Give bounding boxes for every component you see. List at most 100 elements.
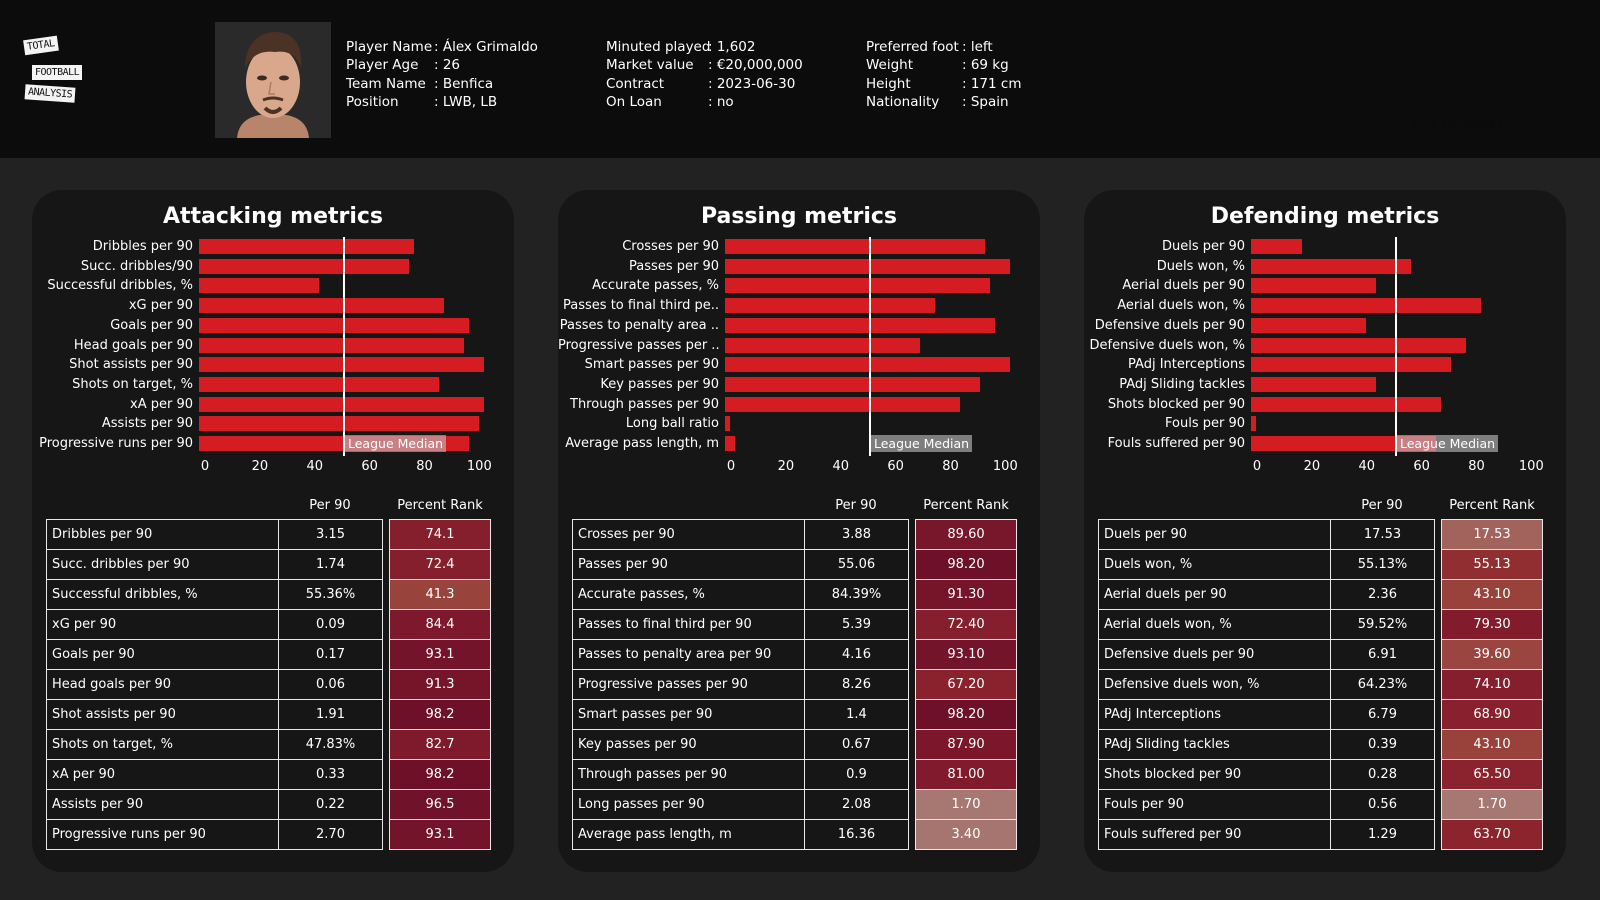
bar-label: xA per 90 xyxy=(130,396,193,412)
info-row: Minuted played: 1,602 xyxy=(606,38,803,56)
bar-label: Average pass length, m xyxy=(565,436,719,451)
bar xyxy=(1251,258,1411,274)
metric-per90: 1.74 xyxy=(278,549,383,580)
info-value: : Spain xyxy=(962,93,1009,110)
metric-name: Aerial duels won, % xyxy=(1098,609,1331,640)
table-row: Shots blocked per 90 0.28 xyxy=(1098,759,1435,790)
info-row: On Loan: no xyxy=(606,93,803,111)
metric-name: PAdj Sliding tackles xyxy=(1098,729,1331,760)
bar-label: Crosses per 90 xyxy=(622,239,719,254)
info-row: Player Age: 26 xyxy=(346,56,538,74)
percent-rank-cell: 91.3 xyxy=(389,669,491,700)
info-row: Player Name: Álex Grimaldo xyxy=(346,38,538,56)
bar xyxy=(199,357,484,373)
per90-header: Per 90 xyxy=(309,498,351,513)
metric-per90: 0.17 xyxy=(278,639,383,670)
table-row: Head goals per 90 0.06 xyxy=(46,669,383,700)
rank-row: 96.5 xyxy=(389,789,491,820)
table-row: Aerial duels per 90 2.36 xyxy=(1098,579,1435,610)
info-value: : no xyxy=(708,93,734,110)
table-row: Average pass length, m 16.36 xyxy=(572,819,909,850)
table-row: Fouls per 90 0.56 xyxy=(1098,789,1435,820)
percent-rank-cell: 72.40 xyxy=(915,609,1017,640)
percent-rank-cell: 98.2 xyxy=(389,699,491,730)
metric-per90: 17.53 xyxy=(1330,519,1435,550)
rank-row: 79.30 xyxy=(1441,609,1543,640)
bar-label: Long ball ratio xyxy=(625,416,719,432)
info-key: Preferred foot xyxy=(866,39,959,55)
percent-rank-cell: 74.1 xyxy=(389,519,491,550)
percent-rank-cell: 87.90 xyxy=(915,729,1017,760)
metric-per90: 0.56 xyxy=(1330,789,1435,820)
metric-per90: 1.29 xyxy=(1330,819,1435,850)
metric-per90: 6.79 xyxy=(1330,699,1435,730)
metric-name: Progressive runs per 90 xyxy=(46,819,279,850)
metric-name: Defensive duels per 90 xyxy=(1098,639,1331,670)
bar-label: Fouls per 90 xyxy=(1165,416,1245,432)
percent-rank-cell: 93.1 xyxy=(389,819,491,850)
metric-per90: 1.4 xyxy=(804,699,909,730)
info-value: : 69 kg xyxy=(962,57,1009,74)
info-value: : 171 cm xyxy=(962,75,1022,92)
league-median-line xyxy=(869,237,871,456)
info-value: : €20,000,000 xyxy=(708,57,803,74)
percent-rank-header: Percent Rank xyxy=(1449,498,1535,513)
percent-rank-cell: 93.1 xyxy=(389,639,491,670)
metric-name: Duels per 90 xyxy=(1098,519,1331,550)
rank-row: 1.70 xyxy=(915,789,1017,820)
info-key: Minuted played xyxy=(606,39,711,55)
metric-per90: 5.39 xyxy=(804,609,909,640)
league-median-label: League Median xyxy=(1397,435,1499,452)
player-info-col-1: Player Name: Álex Grimaldo Player Age: 26… xyxy=(346,38,538,111)
info-key: Player Name xyxy=(346,39,433,55)
bar-chart: Duels per 90 Duels won, % Aerial duels per… xyxy=(1084,190,1566,490)
info-row: Team Name: Benfica xyxy=(346,75,538,93)
rank-row: 41.3 xyxy=(389,579,491,610)
percent-rank-cell: 82.7 xyxy=(389,729,491,760)
metric-name: Defensive duels won, % xyxy=(1098,669,1331,700)
rank-row: 67.20 xyxy=(915,669,1017,700)
bar xyxy=(725,436,735,451)
percent-rank-header: Percent Rank xyxy=(923,498,1009,513)
league-median-line xyxy=(1395,237,1397,456)
metric-per90: 0.06 xyxy=(278,669,383,700)
table-row: Long passes per 90 2.08 xyxy=(572,789,909,820)
percent-rank-cell: 3.40 xyxy=(915,819,1017,850)
rank-row: 93.1 xyxy=(389,639,491,670)
bar xyxy=(1251,317,1366,333)
metric-per90: 0.33 xyxy=(278,759,383,790)
rank-row: 74.1 xyxy=(389,519,491,550)
x-tick-label: 20 xyxy=(251,459,269,474)
rank-row: 84.4 xyxy=(389,609,491,640)
x-tick-label: 0 xyxy=(200,459,210,474)
metric-name: Long passes per 90 xyxy=(572,789,805,820)
bar xyxy=(725,298,935,314)
x-tick-label: 60 xyxy=(361,459,378,474)
metric-name: Progressive passes per 90 xyxy=(572,669,805,700)
rank-row: 98.20 xyxy=(915,699,1017,730)
table-row: Through passes per 90 0.9 xyxy=(572,759,909,790)
metric-per90: 3.88 xyxy=(804,519,909,550)
metric-name: Smart passes per 90 xyxy=(572,699,805,730)
bar-label: Duels per 90 xyxy=(1161,239,1245,254)
metric-per90: 59.52% xyxy=(1330,609,1435,640)
percent-rank-table: 17.53 55.13 43.10 79.30 39.60 74.10 68.90 43.10… xyxy=(1441,519,1543,850)
percent-rank-table: 74.1 72.4 41.3 84.4 93.1 91.3 98.2 82.7 98.2 96.5… xyxy=(389,519,491,850)
metric-name: Goals per 90 xyxy=(46,639,279,670)
rank-row: 91.30 xyxy=(915,579,1017,610)
bar-label: Shots on target, % xyxy=(72,376,193,392)
bar-label: Successful dribbles, % xyxy=(47,278,193,294)
table-row: Accurate passes, % 84.39% xyxy=(572,579,909,610)
x-tick-label: 60 xyxy=(887,459,904,474)
bar-label: Accurate passes, % xyxy=(592,278,719,294)
bar xyxy=(199,317,469,333)
info-row: Height: 171 cm xyxy=(866,75,1021,93)
metric-per90: 64.23% xyxy=(1330,669,1435,700)
table-row: Duels per 90 17.53 xyxy=(1098,519,1435,550)
table-row: Key passes per 90 0.67 xyxy=(572,729,909,760)
player-portrait-icon xyxy=(215,22,331,138)
metric-name: Dribbles per 90 xyxy=(46,519,279,550)
bar-label: Passes to final third pe.. xyxy=(563,298,719,314)
bar xyxy=(1251,357,1451,373)
table-row: Duels won, % 55.13% xyxy=(1098,549,1435,580)
